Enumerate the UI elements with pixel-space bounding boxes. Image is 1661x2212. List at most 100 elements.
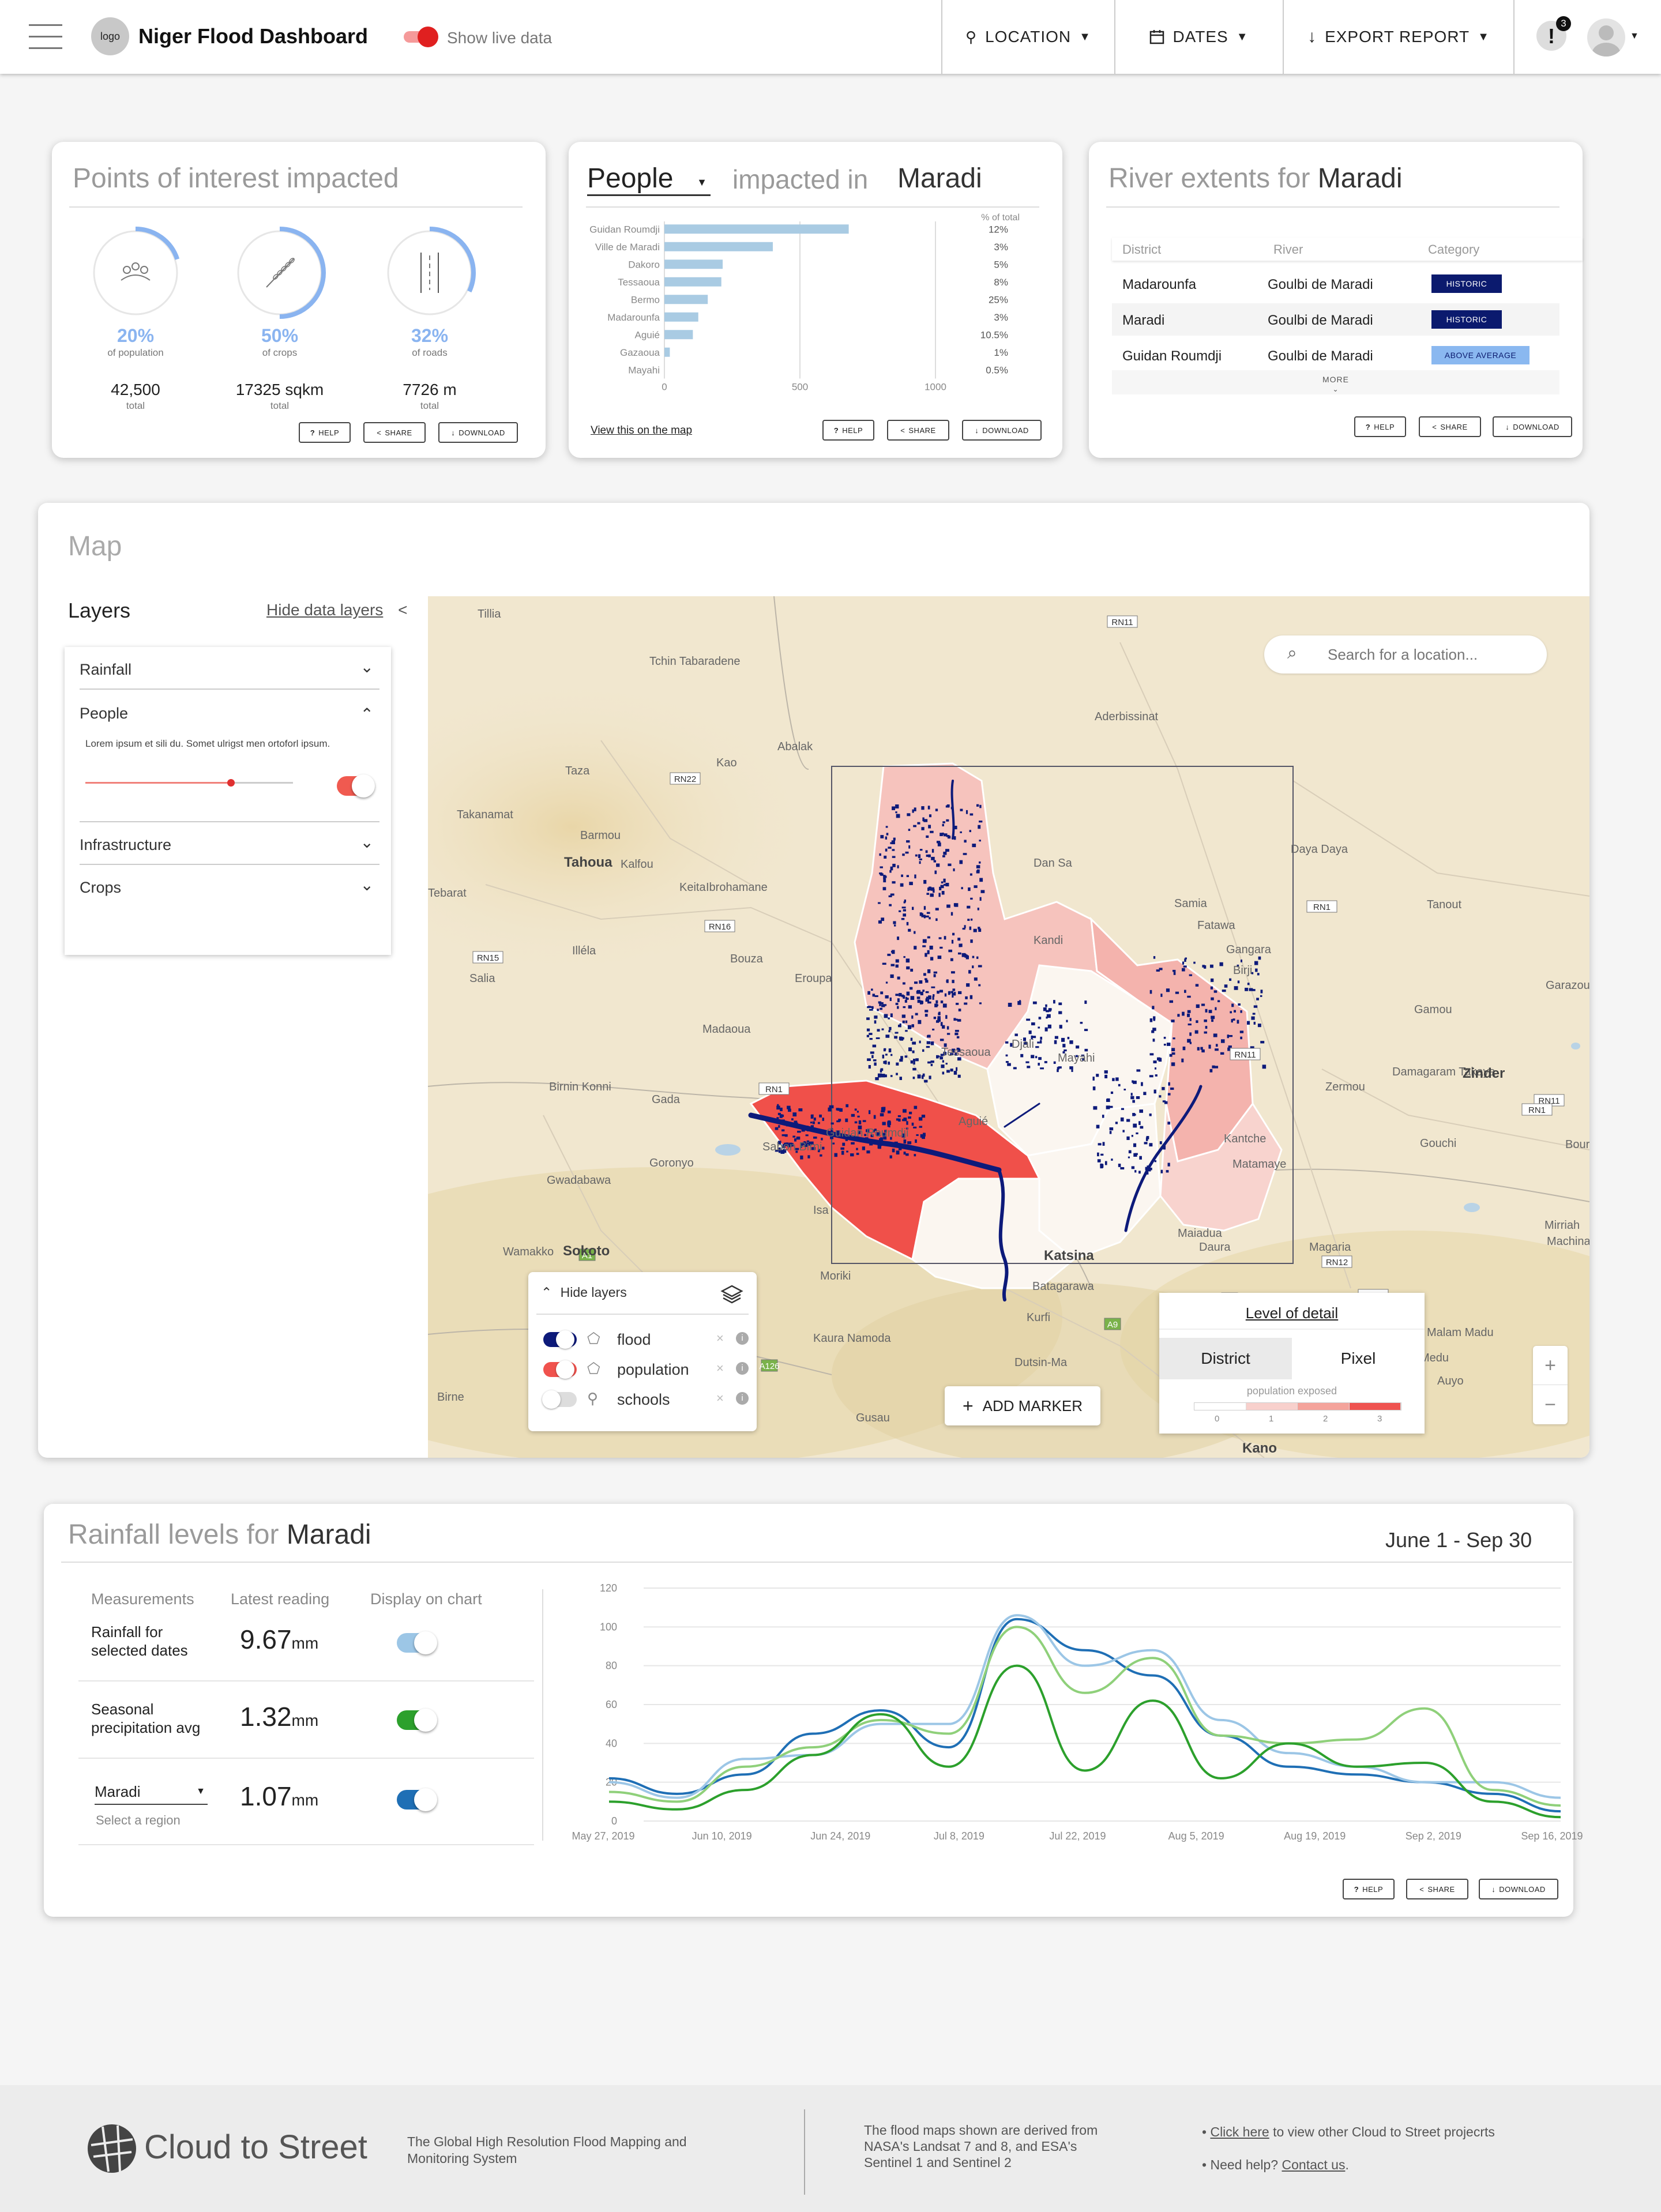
people-layer-toggle[interactable] xyxy=(337,774,375,797)
dates-dropdown[interactable]: DATES ▼ xyxy=(1114,0,1283,74)
flood-pixel xyxy=(1182,1011,1185,1016)
download-button[interactable]: ↓ DOWNLOAD xyxy=(438,422,518,443)
location-dropdown[interactable]: ⚲ LOCATION ▼ xyxy=(941,0,1114,74)
display-on-chart-toggle[interactable] xyxy=(397,1631,437,1654)
flood-pixel xyxy=(901,1014,906,1018)
flood-pixel xyxy=(817,1122,820,1124)
display-on-chart-toggle[interactable] xyxy=(397,1709,437,1732)
info-icon[interactable]: i xyxy=(736,1362,749,1375)
region-select[interactable]: Maradi ▼ xyxy=(95,1781,208,1805)
flood-pixel xyxy=(1204,1019,1207,1022)
help-button[interactable]: ? HELP xyxy=(822,420,874,441)
flood-pixel xyxy=(1195,984,1199,987)
flood-pixel xyxy=(956,1036,960,1039)
flood-pixel xyxy=(1169,1000,1174,1003)
share-button[interactable]: < SHARE xyxy=(1419,416,1481,437)
map-title: Map xyxy=(68,531,122,562)
flood-pixel xyxy=(890,974,894,979)
user-avatar[interactable] xyxy=(1587,18,1625,57)
remove-icon[interactable]: × xyxy=(716,1361,724,1376)
alerts-button[interactable]: ! 3 xyxy=(1536,16,1571,51)
display-on-chart-toggle[interactable] xyxy=(397,1788,437,1811)
people-slider[interactable] xyxy=(85,779,293,787)
svg-text:RN1: RN1 xyxy=(1313,902,1331,912)
flood-pixel xyxy=(1128,1150,1132,1154)
flood-pixel xyxy=(1187,1013,1190,1017)
flood-pixel xyxy=(945,849,949,852)
download-button[interactable]: ↓ DOWNLOAD xyxy=(1479,1879,1558,1899)
people-selector[interactable]: People ▼ xyxy=(587,163,711,196)
flood-pixel xyxy=(964,840,967,843)
flood-pixel xyxy=(922,1135,925,1139)
more-link[interactable]: MORE ⌄ xyxy=(1112,370,1559,394)
legend-toggle[interactable] xyxy=(542,1390,577,1409)
share-button[interactable]: < SHARE xyxy=(887,420,949,441)
rainfall-card: Rainfall levels for Maradi June 1 - Sep … xyxy=(44,1504,1583,1917)
place-label: Kao xyxy=(716,757,737,769)
download-icon: ↓ xyxy=(451,428,456,437)
place-label: Gouchi xyxy=(1420,1137,1457,1150)
remove-icon[interactable]: × xyxy=(716,1391,724,1406)
other-projects-link[interactable]: Click here xyxy=(1210,2124,1269,2139)
live-data-toggle[interactable] xyxy=(404,27,438,47)
flood-pixel xyxy=(1106,1098,1110,1101)
poi-progress-ring xyxy=(89,227,182,319)
flood-pixel xyxy=(908,829,911,831)
info-icon[interactable]: i xyxy=(736,1392,749,1405)
layer-rainfall[interactable]: Rainfall ⌄ xyxy=(80,647,379,690)
legend-toggle[interactable] xyxy=(543,1330,577,1349)
place-label: Birnin Konni xyxy=(549,1081,611,1093)
flood-pixel xyxy=(960,808,963,811)
flood-pixel xyxy=(879,853,881,856)
region-shape-icon: ⬠ xyxy=(587,1330,600,1347)
flood-pixel xyxy=(948,991,951,994)
zoom-in-button[interactable]: + xyxy=(1533,1346,1568,1385)
flood-pixel xyxy=(976,956,979,959)
share-button[interactable]: < SHARE xyxy=(1406,1879,1468,1899)
measurement-label: Rainfall for selected dates xyxy=(91,1623,188,1659)
legend-toggle[interactable] xyxy=(543,1360,577,1379)
avatar-caret-icon[interactable]: ▼ xyxy=(1630,31,1639,42)
map-view[interactable]: RN11RN22RN16RN15RN1RN1RN11RN11RN12RN13RN… xyxy=(428,596,1589,1458)
layer-infrastructure[interactable]: Infrastructure ⌄ xyxy=(80,822,379,865)
share-button[interactable]: < SHARE xyxy=(363,422,426,443)
flood-pixel xyxy=(953,825,957,830)
flood-pixel xyxy=(1171,1052,1175,1055)
flood-pixel xyxy=(952,932,955,936)
search-input[interactable] xyxy=(1328,642,1524,667)
flood-pixel xyxy=(906,921,909,926)
flood-pixel xyxy=(1182,961,1185,965)
help-button[interactable]: ? HELP xyxy=(1343,1879,1395,1899)
download-button[interactable]: ↓ DOWNLOAD xyxy=(1493,416,1572,437)
level-option-district[interactable]: District xyxy=(1159,1338,1292,1379)
flood-pixel xyxy=(1200,1047,1203,1050)
place-label: Dutsin-Ma xyxy=(1014,1356,1068,1369)
flood-pixel xyxy=(899,1077,902,1080)
help-button[interactable]: ? HELP xyxy=(1354,416,1406,437)
info-icon[interactable]: i xyxy=(736,1332,749,1345)
contact-us-link[interactable]: Contact us xyxy=(1282,2157,1346,2172)
flood-pixel xyxy=(933,974,936,977)
hide-data-layers-link[interactable]: Hide data layers < xyxy=(266,601,407,619)
layer-crops[interactable]: Crops ⌄ xyxy=(80,865,379,908)
remove-icon[interactable]: × xyxy=(716,1331,724,1346)
help-button[interactable]: ? HELP xyxy=(299,422,351,443)
chevron-down-icon: ⌄ xyxy=(1332,385,1339,393)
zoom-out-button[interactable]: − xyxy=(1533,1385,1568,1424)
flood-pixel xyxy=(932,996,934,1000)
flood-pixel xyxy=(930,1041,934,1045)
download-button[interactable]: ↓ DOWNLOAD xyxy=(962,420,1042,441)
level-option-pixel[interactable]: Pixel xyxy=(1292,1338,1425,1379)
location-search[interactable]: ⌕ xyxy=(1264,635,1547,674)
slider-handle[interactable] xyxy=(227,779,235,787)
flood-pixel xyxy=(1005,1041,1009,1044)
view-on-map-link[interactable]: View this on the map xyxy=(591,424,692,437)
flood-pixel xyxy=(926,893,929,895)
hamburger-icon[interactable] xyxy=(29,24,62,50)
place-label: Matamaye xyxy=(1232,1158,1287,1171)
layer-people[interactable]: People ⌃ Lorem ipsum et sili du. Somet u… xyxy=(80,690,379,822)
hide-layers-toggle[interactable]: ⌃ Hide layers xyxy=(541,1285,627,1300)
add-marker-button[interactable]: + ADD MARKER xyxy=(945,1386,1100,1425)
flood-pixel xyxy=(1163,1145,1166,1150)
export-report-dropdown[interactable]: ↓ EXPORT REPORT ▼ xyxy=(1283,0,1513,74)
